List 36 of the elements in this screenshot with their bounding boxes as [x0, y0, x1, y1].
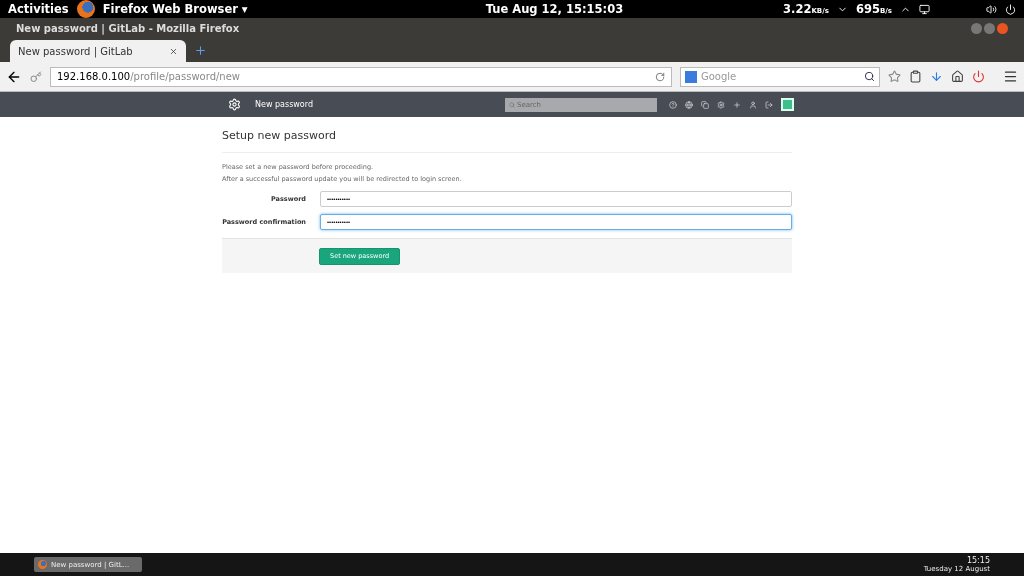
- plus-icon[interactable]: [733, 100, 741, 109]
- new-tab-icon[interactable]: [194, 44, 207, 57]
- clock[interactable]: Tue Aug 12, 15:15:03: [485, 2, 624, 16]
- download-icon[interactable]: [930, 70, 943, 83]
- window-title: New password | GitLab - Mozilla Firefox: [16, 22, 240, 34]
- close-button[interactable]: [997, 22, 1008, 34]
- clipboard-icon[interactable]: [909, 70, 922, 83]
- settings-icon[interactable]: [717, 100, 725, 109]
- header-title: New password: [255, 100, 314, 109]
- user-icon[interactable]: [749, 100, 757, 109]
- search-engine-icon: [685, 70, 697, 83]
- search-icon: [509, 101, 515, 108]
- logout-icon[interactable]: [765, 100, 773, 109]
- star-icon[interactable]: [888, 70, 901, 83]
- reload-icon[interactable]: [655, 71, 665, 82]
- avatar[interactable]: [781, 98, 794, 111]
- help-icon[interactable]: [669, 100, 677, 109]
- page-heading: Setup new password: [222, 129, 792, 153]
- menu-icon[interactable]: [1003, 69, 1018, 84]
- taskbar-time: 15:15: [966, 556, 990, 565]
- volume-icon[interactable]: [986, 3, 997, 15]
- globe-icon[interactable]: [685, 100, 693, 109]
- network-icon[interactable]: [919, 3, 930, 15]
- search-icon[interactable]: [864, 71, 875, 82]
- address-bar[interactable]: 192.168.0.100/profile/password/new: [50, 66, 672, 87]
- firefox-icon: [76, 0, 95, 18]
- copy-icon[interactable]: [701, 100, 709, 109]
- minimize-button[interactable]: [971, 22, 982, 34]
- power-icon[interactable]: [1005, 3, 1016, 15]
- maximize-button[interactable]: [984, 22, 995, 34]
- app-menu[interactable]: Firefox Web Browser ▾: [102, 2, 248, 16]
- home-icon[interactable]: [951, 70, 964, 83]
- browser-tab[interactable]: New password | GitLab: [10, 40, 186, 62]
- close-icon[interactable]: [169, 46, 178, 56]
- key-icon: [30, 70, 42, 83]
- activities-button[interactable]: Activities: [8, 2, 69, 16]
